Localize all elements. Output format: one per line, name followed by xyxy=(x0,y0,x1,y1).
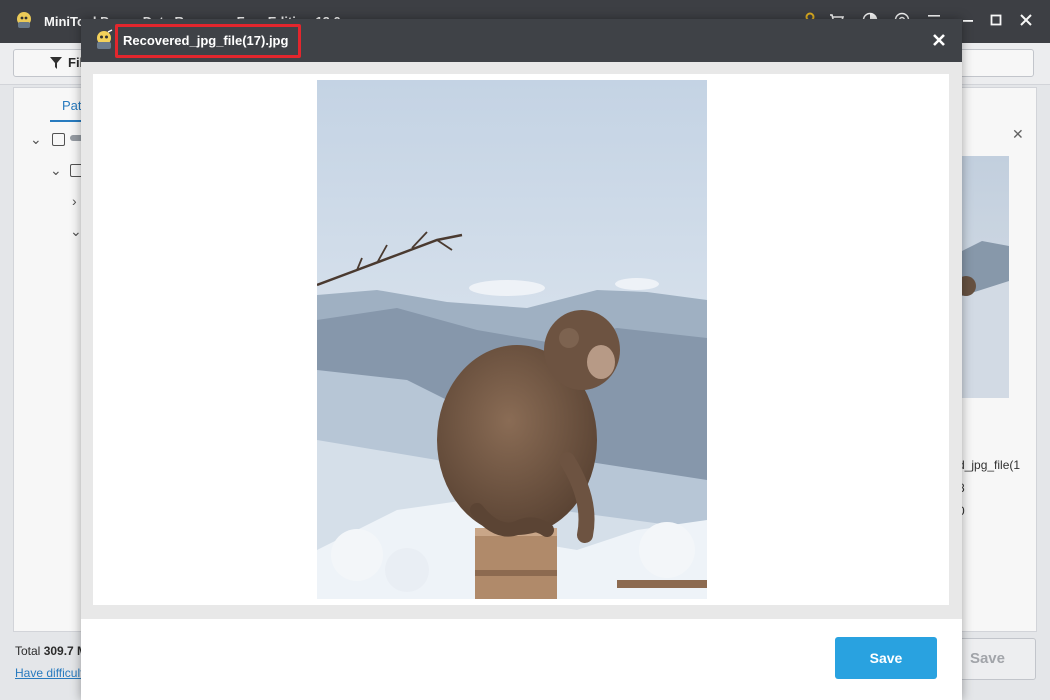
app-logo-icon xyxy=(97,29,113,49)
dialog-title: Recovered_jpg_file(17).jpg xyxy=(123,33,289,48)
dialog-close-button[interactable] xyxy=(929,30,949,50)
preview-area xyxy=(81,62,962,619)
preview-dialog: Recovered_jpg_file(17).jpg Save xyxy=(81,19,962,700)
save-button[interactable]: Save xyxy=(835,637,937,679)
dialog-footer: Save xyxy=(81,619,962,700)
close-icon xyxy=(933,34,945,46)
preview-image xyxy=(317,80,707,599)
preview-canvas xyxy=(93,74,949,605)
dialog-titlebar: Recovered_jpg_file(17).jpg xyxy=(81,19,962,62)
